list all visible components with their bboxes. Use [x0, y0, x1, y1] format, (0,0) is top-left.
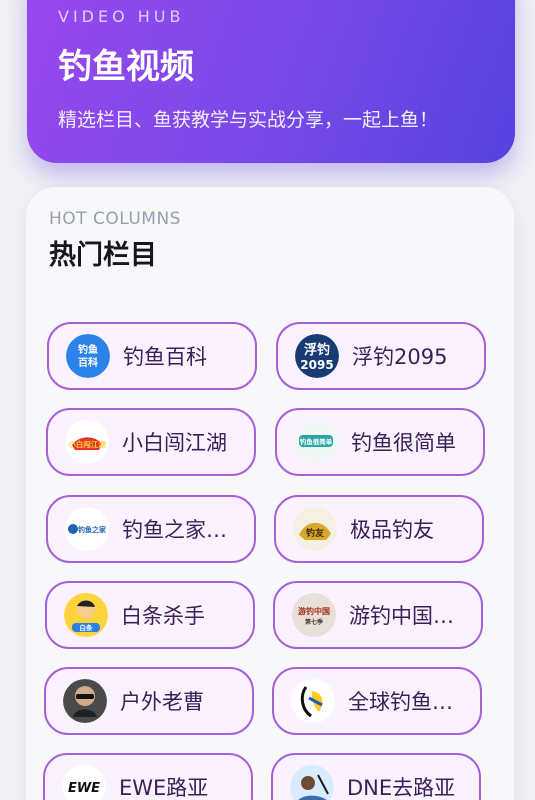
ewe-logo-icon: EWE	[62, 765, 106, 800]
column-card-label: EWE路亚	[119, 776, 209, 800]
fishing-home-logo-icon: 钓鱼之家	[65, 507, 109, 551]
column-card-dne-lure[interactable]: DNE去路亚	[271, 753, 481, 800]
banner-kicker: VIDEO HUB	[58, 7, 185, 26]
simple-fishing-logo-icon: 钓鱼很简单	[294, 420, 338, 464]
column-card-outdoor-lao-cao[interactable]: 户外老曹	[44, 667, 254, 735]
column-card-label: 游钓中国…	[349, 604, 454, 628]
page-title: 钓鱼视频	[58, 47, 194, 87]
column-card-xiaobai-adventure[interactable]: 小白闯江湖 小白闯江湖	[46, 408, 256, 476]
column-card-fishing-encyclopedia[interactable]: 钓鱼 百科 钓鱼百科	[47, 322, 257, 390]
svg-text:EWE: EWE	[68, 781, 100, 796]
travel-fishing-china-logo-icon: 游钓中国 第七季	[292, 593, 336, 637]
svg-text:浮钓: 浮钓	[304, 342, 330, 358]
top-angler-logo-icon: 钓友	[293, 507, 337, 551]
column-card-label: 全球钓鱼…	[348, 690, 453, 714]
video-hub-page: VIDEO HUB 钓鱼视频 精选栏目、鱼获教学与实战分享，一起上鱼！ HOT …	[0, 0, 535, 800]
column-card-label: 白条杀手	[121, 604, 205, 628]
column-card-white-fish-killer[interactable]: 白条 白条杀手	[45, 581, 255, 649]
dne-lure-logo-icon	[290, 765, 334, 800]
cartoon-fisher-avatar-icon: 白条	[64, 593, 108, 637]
video-hub-banner: VIDEO HUB 钓鱼视频 精选栏目、鱼获教学与实战分享，一起上鱼！	[27, 0, 515, 163]
column-card-global-fishing[interactable]: 全球钓鱼…	[272, 667, 482, 735]
svg-text:钓鱼: 钓鱼	[78, 343, 98, 356]
svg-text:钓友: 钓友	[306, 527, 324, 539]
column-card-label: 极品钓友	[350, 518, 434, 542]
column-card-label: 钓鱼很简单	[351, 431, 456, 455]
hot-columns-panel: HOT COLUMNS 热门栏目 钓鱼 百科 钓鱼百科 浮钓 2095 浮钓20…	[26, 187, 514, 800]
svg-text:小白闯江湖: 小白闯江湖	[68, 439, 106, 449]
column-card-ewe-lure[interactable]: EWE EWE路亚	[43, 753, 253, 800]
global-fishing-logo-icon	[291, 679, 335, 723]
float-fishing-logo-icon: 浮钓 2095	[295, 334, 339, 378]
section-kicker: HOT COLUMNS	[49, 209, 181, 229]
fishing-encyclopedia-logo-icon: 钓鱼 百科	[66, 334, 110, 378]
column-card-label: 户外老曹	[120, 690, 204, 714]
svg-text:钓鱼之家: 钓鱼之家	[77, 525, 107, 534]
column-card-fishing-home[interactable]: 钓鱼之家 钓鱼之家…	[46, 495, 256, 563]
svg-text:百科: 百科	[78, 356, 98, 369]
column-card-label: 浮钓2095	[352, 345, 448, 369]
svg-text:白条: 白条	[80, 623, 94, 632]
outdoor-host-avatar-icon	[63, 679, 107, 723]
svg-text:钓鱼很简单: 钓鱼很简单	[300, 437, 333, 446]
svg-text:2095: 2095	[300, 358, 333, 372]
column-card-float-fishing-2095[interactable]: 浮钓 2095 浮钓2095	[276, 322, 486, 390]
section-title: 热门栏目	[49, 240, 157, 271]
column-card-top-angler[interactable]: 钓友 极品钓友	[274, 495, 484, 563]
svg-text:游钓中国: 游钓中国	[298, 606, 330, 616]
svg-text:第七季: 第七季	[304, 618, 323, 626]
column-card-label: 小白闯江湖	[122, 431, 227, 455]
column-card-simple-fishing[interactable]: 钓鱼很简单 钓鱼很简单	[275, 408, 485, 476]
column-card-travel-fishing-china[interactable]: 游钓中国 第七季 游钓中国…	[273, 581, 483, 649]
banner-subtitle: 精选栏目、鱼获教学与实战分享，一起上鱼！	[58, 109, 439, 131]
column-card-label: DNE去路亚	[347, 776, 456, 800]
column-card-label: 钓鱼之家…	[122, 518, 227, 542]
column-card-label: 钓鱼百科	[123, 345, 207, 369]
xiaobai-adventure-logo-icon: 小白闯江湖	[65, 420, 109, 464]
